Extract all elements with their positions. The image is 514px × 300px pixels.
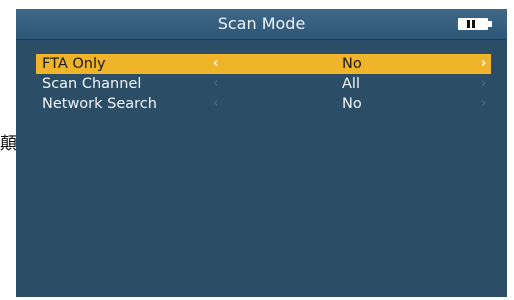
menu-row-value: All xyxy=(342,76,360,92)
page-title: Scan Mode xyxy=(217,14,306,33)
chevron-left-icon[interactable]: ‹ xyxy=(213,94,218,114)
menu-row-network-search[interactable]: Network Search ‹ No › xyxy=(36,94,491,114)
side-glyph: 顛 xyxy=(0,134,17,154)
settings-menu: FTA Only ‹ No › Scan Channel ‹ All › Net… xyxy=(36,54,491,114)
chevron-left-icon[interactable]: ‹ xyxy=(213,74,218,94)
menu-row-value: No xyxy=(342,56,362,72)
chevron-left-icon[interactable]: ‹ xyxy=(213,54,218,74)
menu-row-label: FTA Only xyxy=(42,56,106,72)
battery-level-bar xyxy=(467,20,470,28)
battery-tip xyxy=(488,21,492,27)
menu-row-value: No xyxy=(342,96,362,112)
chevron-right-icon[interactable]: › xyxy=(481,54,486,74)
header-bar: Scan Mode xyxy=(16,9,507,40)
scan-mode-screen: Scan Mode FTA Only ‹ No › Scan Channel ‹… xyxy=(16,9,507,297)
menu-row-fta-only[interactable]: FTA Only ‹ No › xyxy=(36,54,491,74)
chevron-right-icon[interactable]: › xyxy=(481,74,486,94)
battery-level-bar xyxy=(472,20,475,28)
menu-row-scan-channel[interactable]: Scan Channel ‹ All › xyxy=(36,74,491,94)
battery-icon xyxy=(458,18,488,30)
menu-row-label: Scan Channel xyxy=(42,76,142,92)
menu-row-label: Network Search xyxy=(42,96,157,112)
chevron-right-icon[interactable]: › xyxy=(481,94,486,114)
